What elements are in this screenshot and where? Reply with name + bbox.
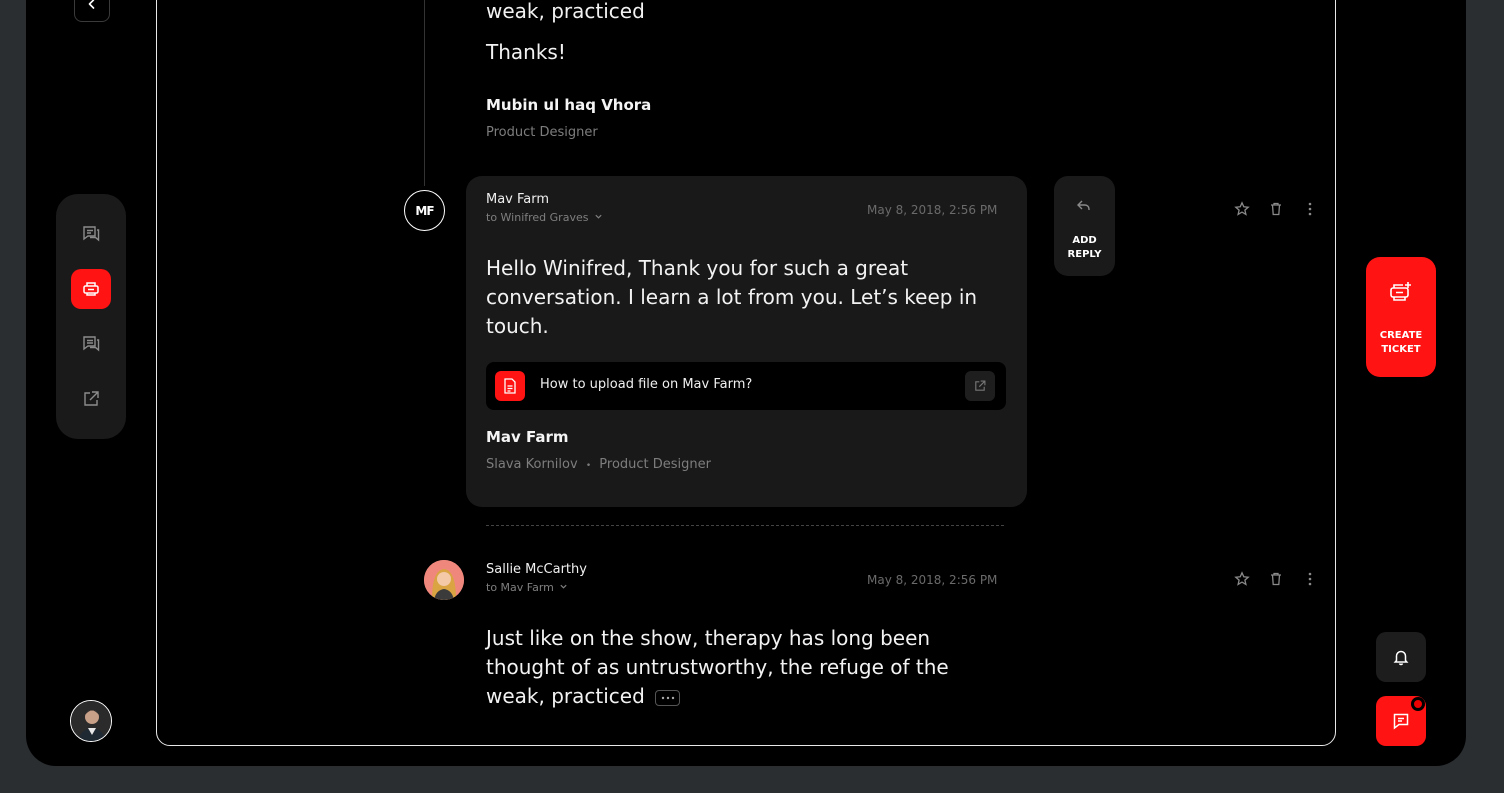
avatar[interactable]: [70, 700, 112, 742]
message-body-line: touch.: [486, 314, 549, 338]
message-body-last-line: weak, practiced: [486, 682, 681, 711]
back-button[interactable]: [74, 0, 110, 22]
more-options-button[interactable]: [1300, 199, 1320, 219]
delete-button[interactable]: [1266, 569, 1286, 589]
chat-button[interactable]: [1376, 696, 1426, 746]
avatar-initials: MF: [415, 203, 434, 218]
thread-line: [424, 0, 425, 186]
chevron-down-icon: [595, 214, 602, 219]
star-icon: [1234, 571, 1250, 586]
recipient-label: to Mav Farm: [486, 581, 554, 594]
message-body-line: Just like on the show, therapy has long …: [486, 626, 931, 650]
bell-icon: [1393, 650, 1409, 666]
previous-message-tail: weak, practiced: [486, 0, 645, 23]
add-reply-label: ADD REPLY: [1067, 235, 1102, 260]
previous-message-thanks: Thanks!: [486, 40, 566, 64]
message-recipient[interactable]: to Mav Farm: [486, 581, 568, 594]
trash-icon: [1271, 202, 1281, 216]
message-body-line: Hello Winifred, Thank you for such a gre…: [486, 256, 909, 280]
attachment[interactable]: How to upload file on Mav Farm?: [486, 362, 1006, 410]
mav-farm-avatar: MF: [404, 190, 445, 231]
chevron-left-icon: [88, 0, 95, 9]
message-date: May 8, 2018, 2:56 PM: [867, 573, 998, 587]
signature-separator: •: [585, 461, 592, 471]
signature-details: Slava Kornilov • Product Designer: [486, 457, 711, 472]
conversation-panel: weak, practiced Thanks! Mubin ul haq Vho…: [156, 0, 1336, 746]
chat-icon: [1393, 713, 1409, 730]
add-reply-button[interactable]: ADD REPLY: [1054, 176, 1115, 276]
message-recipient[interactable]: to Winifred Graves: [486, 211, 603, 224]
sidebar-item-messages[interactable]: [71, 324, 111, 364]
side-nav: [56, 194, 126, 439]
more-vertical-icon: [1308, 202, 1312, 216]
previous-signature-role: Product Designer: [486, 125, 598, 140]
reply-icon: [1077, 200, 1090, 210]
more-vertical-icon: [1308, 572, 1312, 586]
signature-role: Product Designer: [599, 457, 711, 472]
delete-button[interactable]: [1266, 199, 1286, 219]
previous-signature-name: Mubin ul haq Vhora: [486, 96, 652, 114]
recipient-label: to Winifred Graves: [486, 211, 589, 224]
star-icon: [1234, 201, 1250, 216]
ticket-icon: [83, 282, 99, 296]
message-body-line: conversation. I learn a lot from you. Le…: [486, 285, 978, 309]
signature-name: Mav Farm: [486, 428, 569, 446]
user-avatar-image: [71, 701, 111, 741]
unread-badge: [1411, 697, 1425, 711]
message-body-line: thought of as untrustworthy, the refuge …: [486, 655, 949, 679]
sidebar-item-conversations[interactable]: [71, 214, 111, 254]
messages-icon: [83, 336, 100, 352]
document-icon: [495, 371, 525, 401]
message-body-line: weak, practiced: [486, 684, 645, 708]
star-button[interactable]: [1232, 569, 1252, 589]
trash-icon: [1271, 572, 1281, 586]
avatar: [424, 560, 464, 600]
conversations-icon: [83, 226, 100, 242]
star-button[interactable]: [1232, 199, 1252, 219]
signature-person: Slava Kornilov: [486, 457, 578, 472]
more-options-button[interactable]: [1300, 569, 1320, 589]
create-ticket-label: CREATE TICKET: [1379, 330, 1423, 355]
create-ticket-button[interactable]: CREATE TICKET: [1366, 257, 1436, 377]
expand-message-button[interactable]: [655, 689, 681, 706]
open-attachment-button[interactable]: [965, 371, 995, 401]
message-date: May 8, 2018, 2:56 PM: [867, 203, 998, 217]
sidebar-item-share[interactable]: [71, 379, 111, 419]
chevron-down-icon: [560, 584, 568, 589]
message-divider: [486, 525, 1004, 526]
message-sender: Sallie McCarthy: [486, 562, 587, 577]
attachment-title: How to upload file on Mav Farm?: [540, 377, 753, 392]
external-link-icon: [84, 391, 99, 406]
message-card: Mav Farm to Winifred Graves May 8, 2018,…: [466, 176, 1027, 507]
sidebar-item-tickets[interactable]: [71, 269, 111, 309]
external-link-icon: [975, 380, 986, 391]
notifications-button[interactable]: [1376, 632, 1426, 682]
message-sender: Mav Farm: [486, 192, 550, 207]
message-actions: [1232, 199, 1320, 219]
message-actions: [1232, 569, 1320, 589]
add-ticket-icon: [1390, 282, 1411, 301]
more-horizontal-icon: [661, 696, 674, 699]
sallie-avatar-image: [424, 560, 464, 600]
